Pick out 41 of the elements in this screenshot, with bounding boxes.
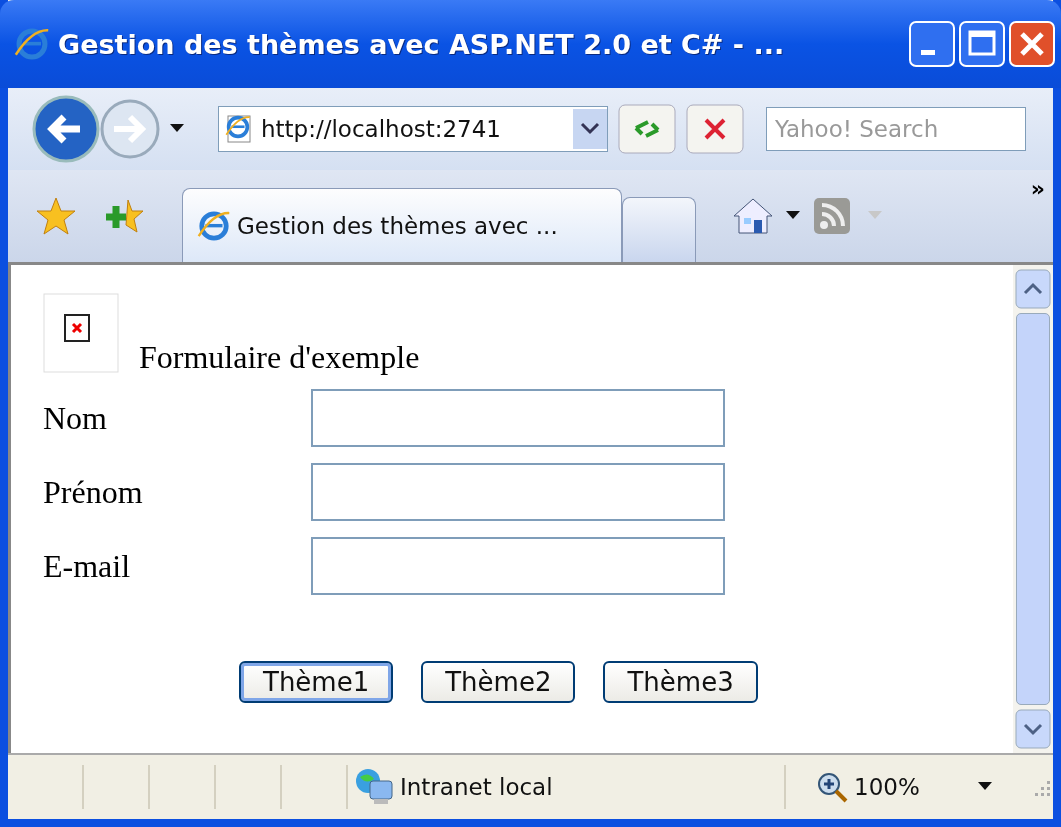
field-label: Nom — [43, 399, 108, 437]
window-title: Gestion des thèmes avec ASP.NET 2.0 et C# - ... — [58, 28, 786, 60]
caret-icon[interactable] — [786, 211, 800, 221]
vertical-scrollbar[interactable] — [1013, 265, 1053, 753]
scroll-thumb[interactable] — [1016, 313, 1050, 705]
maximize-button[interactable] — [959, 21, 1005, 67]
form-heading: Formulaire d'exemple — [139, 341, 420, 373]
field-label: E-mail — [43, 547, 132, 585]
minimize-button[interactable] — [909, 21, 955, 67]
broken-image-icon — [43, 293, 119, 373]
more-tools-chevron[interactable]: » — [1030, 176, 1045, 201]
star-icon[interactable] — [36, 196, 76, 236]
feed-icon[interactable] — [812, 196, 852, 236]
network-computer-icon — [354, 767, 394, 807]
input-field[interactable] — [311, 389, 725, 447]
caret-icon[interactable] — [170, 124, 184, 134]
search-field[interactable]: Yahoo! Search — [766, 107, 1026, 151]
dropdown-button[interactable] — [573, 109, 607, 149]
home-icon[interactable] — [732, 196, 774, 236]
refresh-button[interactable] — [618, 104, 676, 154]
new-tab-button[interactable] — [622, 197, 696, 262]
browser-logo-icon — [197, 208, 231, 243]
scroll-up-button[interactable] — [1015, 269, 1051, 309]
back-button[interactable] — [30, 93, 102, 165]
browser-logo-icon — [14, 26, 50, 62]
browser-tab[interactable]: Gestion des thèmes avec ... — [182, 188, 622, 262]
field-label: Prénom — [43, 473, 144, 511]
theme-button[interactable]: Thème2 — [421, 661, 576, 703]
caret-icon[interactable] — [978, 782, 992, 792]
scroll-down-button[interactable] — [1015, 709, 1051, 749]
forward-button[interactable] — [98, 97, 162, 161]
input-field[interactable] — [311, 537, 725, 595]
theme-button[interactable]: Thème3 — [603, 661, 758, 703]
zoom-icon — [816, 771, 848, 803]
close-button[interactable] — [1009, 21, 1055, 67]
input-field[interactable] — [311, 463, 725, 521]
address-field[interactable]: http://localhost:2741 — [218, 106, 608, 152]
security-zone-label: Intranet local — [400, 774, 553, 800]
theme-button[interactable]: Thème1 — [239, 661, 394, 703]
stop-button[interactable] — [686, 104, 744, 154]
zoom-control[interactable]: 100% — [786, 771, 966, 803]
